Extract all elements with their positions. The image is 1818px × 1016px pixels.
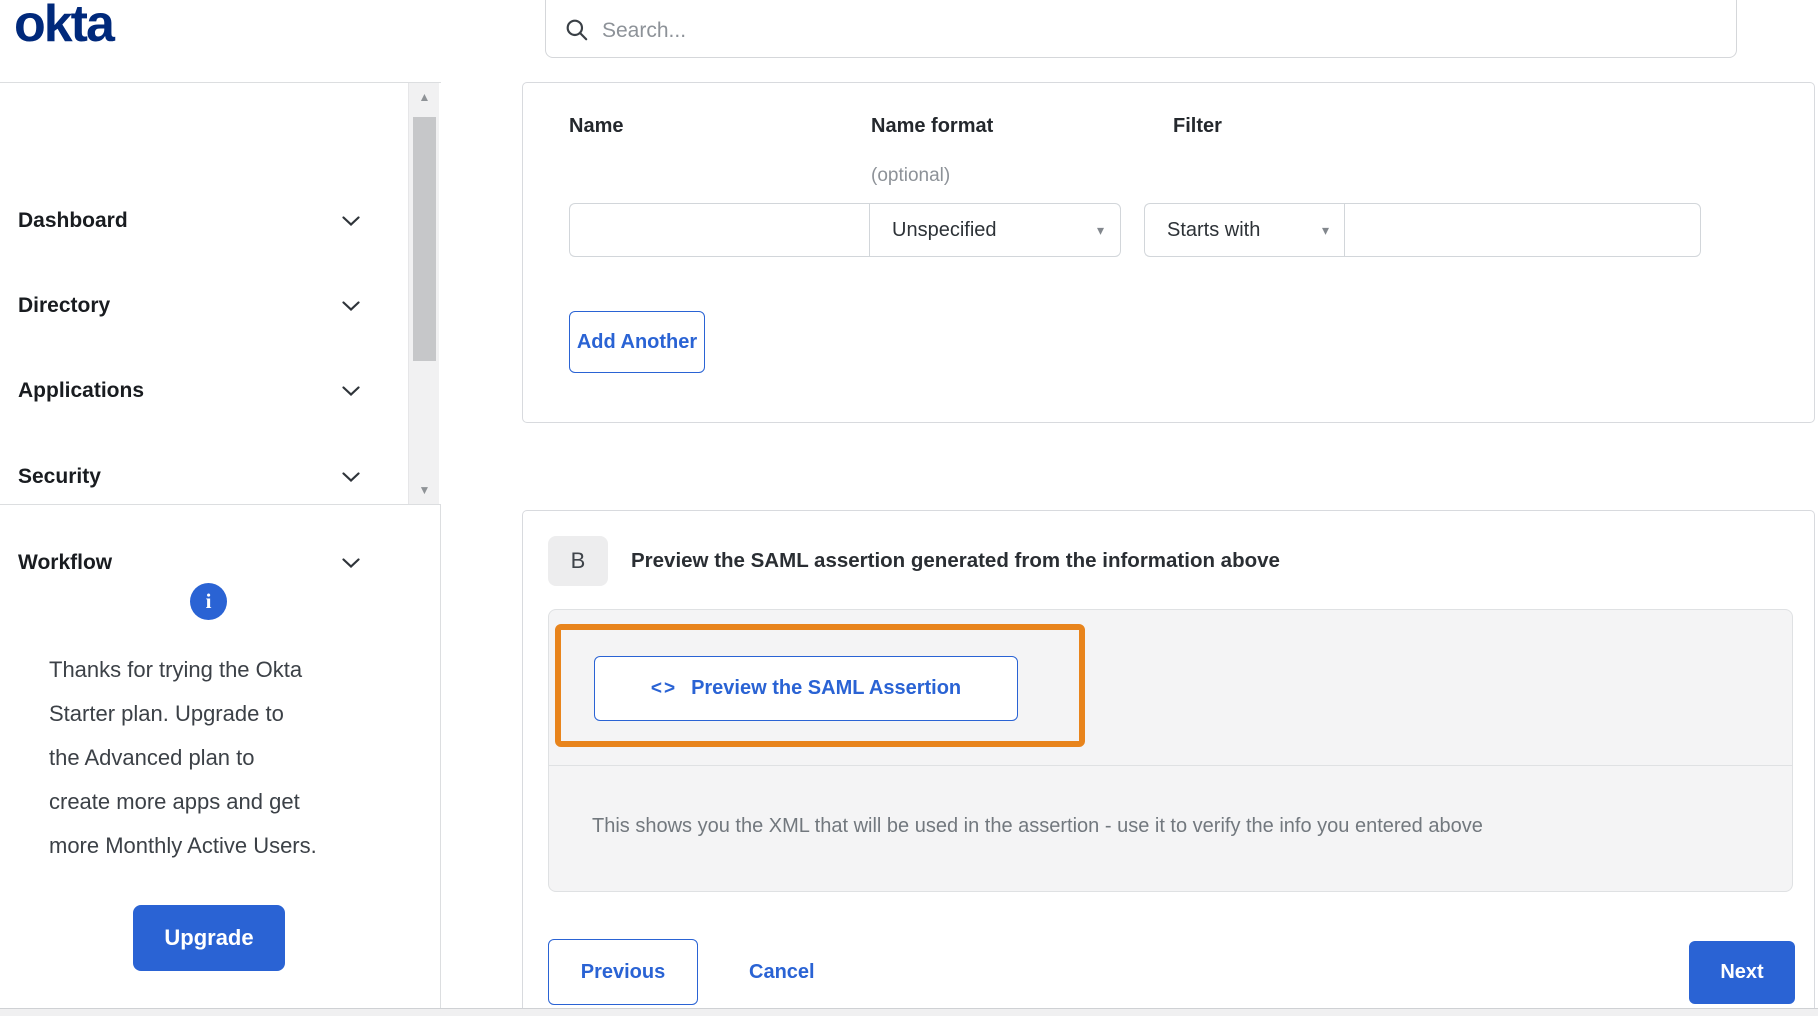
add-another-button[interactable]: Add Another [569, 311, 705, 373]
sidebar-scrollbar[interactable]: ▲ ▼ [408, 83, 439, 504]
upsell-line: the Advanced plan to [49, 745, 255, 770]
filter-operator-select[interactable]: Starts with ▾ [1144, 203, 1345, 257]
filter-value-input[interactable] [1344, 203, 1701, 257]
name-format-column-label: Name format [871, 115, 994, 137]
attribute-name-input[interactable] [569, 203, 870, 257]
chevron-down-icon [342, 472, 360, 483]
scroll-down-icon[interactable]: ▼ [409, 478, 440, 502]
chevron-down-icon [342, 301, 360, 312]
okta-admin-page: okta Dashboard Directory Applications Se… [0, 0, 1818, 1016]
search-input[interactable] [602, 19, 1602, 43]
code-icon: <> [650, 677, 678, 699]
sidebar-item-directory[interactable]: Directory [0, 284, 400, 328]
sidebar-item-label: Workflow [18, 551, 113, 574]
viewport-bottom-edge [0, 1008, 1818, 1016]
sidebar-item-label: Dashboard [18, 209, 128, 232]
next-button[interactable]: Next [1689, 941, 1795, 1004]
upsell-message: Thanks for trying the Okta Starter plan.… [49, 648, 399, 868]
info-icon: i [190, 583, 227, 620]
step-b-badge: B [548, 536, 608, 586]
filter-operator-selected-value: Starts with [1167, 218, 1261, 241]
preview-section-heading: Preview the SAML assertion generated fro… [631, 549, 1280, 572]
preview-saml-assertion-button[interactable]: <> Preview the SAML Assertion [594, 656, 1018, 721]
dropdown-arrow-icon: ▾ [1321, 221, 1329, 238]
sidebar-nav: Dashboard Directory Applications Securit… [0, 82, 441, 574]
upsell-line: Starter plan. Upgrade to [49, 701, 284, 726]
scrollbar-thumb[interactable] [413, 117, 436, 361]
upsell-line: more Monthly Active Users. [49, 833, 317, 858]
search-icon [566, 19, 588, 41]
filter-column-label: Filter [1173, 115, 1222, 137]
name-format-select[interactable]: Unspecified ▾ [869, 203, 1121, 257]
sidebar-item-workflow[interactable]: Workflow [0, 541, 400, 585]
global-search[interactable] [545, 0, 1737, 58]
preview-help-text: This shows you the XML that will be used… [592, 815, 1483, 837]
upsell-line: Thanks for trying the Okta [49, 657, 303, 682]
preview-button-label: Preview the SAML Assertion [691, 677, 962, 699]
scroll-up-icon[interactable]: ▲ [409, 85, 440, 109]
preview-saml-card: B Preview the SAML assertion generated f… [522, 510, 1815, 1008]
attribute-statements-card: Name Name format (optional) Filter Unspe… [522, 82, 1815, 423]
sidebar-item-label: Directory [18, 294, 111, 317]
chevron-down-icon [342, 386, 360, 397]
dropdown-arrow-icon: ▾ [1096, 221, 1104, 238]
chevron-down-icon [342, 558, 360, 569]
sidebar-item-label: Applications [18, 379, 145, 402]
upgrade-button[interactable]: Upgrade [133, 905, 285, 971]
sidebar-item-applications[interactable]: Applications [0, 369, 400, 413]
preview-panel-upper: <> Preview the SAML Assertion [549, 610, 1792, 766]
optional-note: (optional) [871, 165, 951, 186]
preview-panel: <> Preview the SAML Assertion This shows… [548, 609, 1793, 892]
sidebar-item-security[interactable]: Security [0, 455, 400, 499]
previous-button[interactable]: Previous [548, 939, 698, 1005]
sidebar-item-dashboard[interactable]: Dashboard [0, 199, 400, 243]
okta-logo: okta [14, 0, 115, 53]
chevron-down-icon [342, 216, 360, 227]
upsell-line: create more apps and get [49, 789, 300, 814]
sidebar-item-label: Security [18, 465, 101, 488]
name-format-selected-value: Unspecified [892, 218, 997, 241]
cancel-button[interactable]: Cancel [733, 939, 831, 1005]
name-column-label: Name [569, 115, 624, 137]
